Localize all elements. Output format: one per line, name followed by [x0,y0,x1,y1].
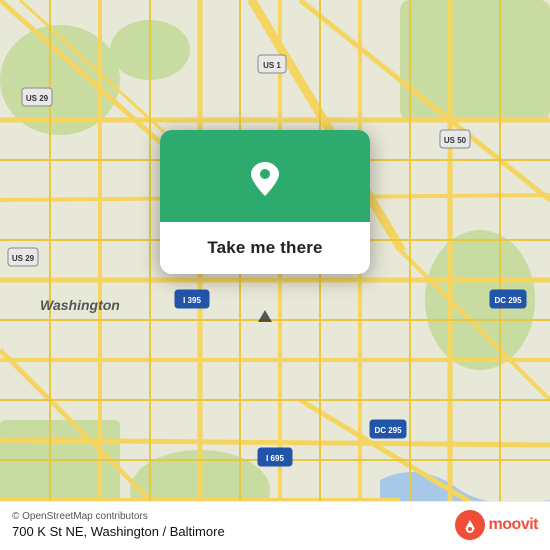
location-pin-icon [239,152,291,204]
svg-text:US 50: US 50 [444,136,467,145]
svg-text:US 29: US 29 [26,94,49,103]
take-me-there-button[interactable]: Take me there [160,222,370,274]
svg-text:DC 295: DC 295 [494,296,522,305]
moovit-icon [455,510,485,540]
svg-text:US 29: US 29 [12,254,35,263]
map-background: US 29 US 29 US 1 US 1 US 50 I 395 I 695 … [0,0,550,550]
map-container: US 29 US 29 US 1 US 1 US 50 I 395 I 695 … [0,0,550,550]
moovit-logo: moovit [455,510,538,540]
bottom-bar: © OpenStreetMap contributors 700 K St NE… [0,501,550,550]
svg-text:Washington: Washington [40,297,120,313]
bottom-left-info: © OpenStreetMap contributors 700 K St NE… [12,511,225,539]
moovit-brand-text: moovit [489,516,538,534]
popup-card: Take me there [160,130,370,274]
svg-text:I 695: I 695 [266,454,284,463]
address-text: 700 K St NE, Washington / Baltimore [12,524,225,539]
svg-text:I 395: I 395 [183,296,201,305]
svg-text:US 1: US 1 [263,61,281,70]
osm-credit: © OpenStreetMap contributors [12,511,225,522]
popup-green-header [160,130,370,222]
svg-text:DC 295: DC 295 [374,426,402,435]
